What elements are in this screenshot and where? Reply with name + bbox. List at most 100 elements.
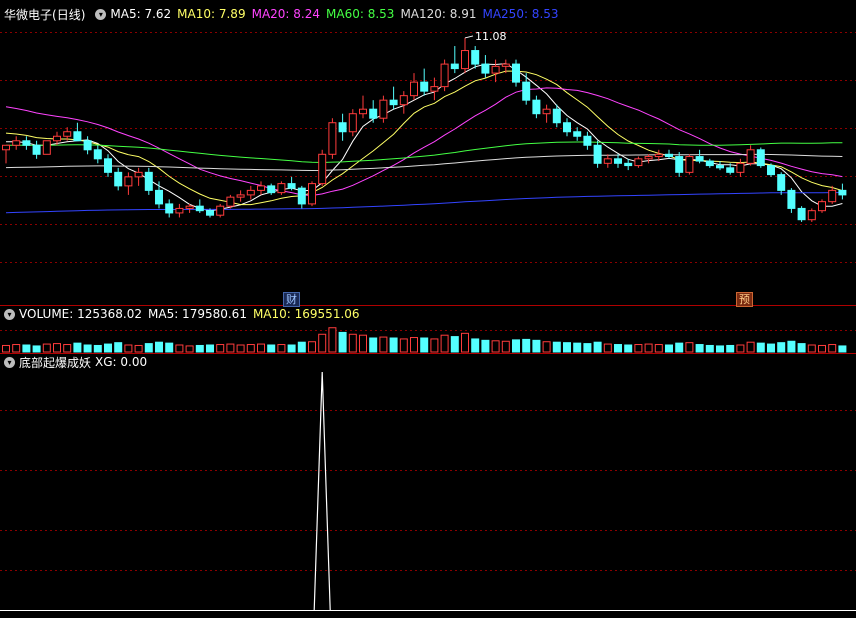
candle-down [114, 171, 123, 187]
volume-bar-down [155, 341, 163, 353]
volume-bar-down [114, 342, 123, 353]
volume-bar-down [675, 342, 684, 353]
candle-down [471, 50, 480, 65]
volume-bar-up [461, 332, 469, 353]
candle-up [42, 140, 51, 155]
max-price-label: 11.08 [475, 30, 507, 43]
volume-bar-up [175, 344, 184, 353]
candle-down [756, 149, 765, 167]
volume-bar-up [318, 333, 327, 353]
candle-down [389, 99, 398, 106]
volume-bar-up [736, 344, 745, 353]
candle-up [12, 140, 21, 146]
volume-bar-down [756, 342, 765, 353]
candle-up [2, 144, 10, 151]
ma120-readout: MA120: 8.91 [400, 7, 477, 21]
ma250-line [5, 192, 843, 214]
candle-down [32, 144, 41, 155]
volume-bar-up [328, 327, 337, 353]
candle-down [777, 174, 786, 191]
candle-down [552, 108, 561, 124]
candle-down [450, 63, 459, 70]
volume-bar-up [42, 343, 51, 353]
volume-bar-up [746, 341, 755, 353]
volume-bar-down [481, 339, 490, 353]
candle-down [767, 165, 775, 176]
xg-readout: XG: 0.00 [95, 355, 148, 369]
volume-bar-down [93, 344, 102, 353]
volume-bar-up [246, 344, 255, 353]
candle-up [318, 153, 327, 185]
candle-up [359, 108, 367, 115]
candle-up [399, 95, 408, 106]
volume-bar-down [104, 343, 112, 353]
candle-down [155, 189, 163, 205]
volume-bar-up [12, 344, 21, 353]
candle-up [328, 122, 337, 155]
candle-down [420, 81, 429, 92]
volume-bar-down [767, 343, 775, 353]
candle-down [583, 135, 592, 146]
volume-bar-down [83, 344, 92, 353]
forecast-tag[interactable]: 预 [736, 292, 753, 307]
main-panel-header: 华微电子 (日线) ▾ MA5: 7.62 MA10: 7.89 MA20: 8… [0, 6, 565, 22]
volume-bar-down [22, 344, 31, 353]
candle-down [73, 131, 82, 142]
volume-bar-down [532, 339, 541, 353]
chevron-down-icon[interactable]: ▾ [95, 8, 107, 20]
volume-bar-down [614, 344, 622, 353]
volume-bar-down [563, 342, 571, 353]
volume-bar-down [369, 337, 378, 353]
volume-bar-down [165, 342, 174, 353]
volume-bar-up [2, 344, 10, 353]
financial-report-tag[interactable]: 财 [283, 292, 300, 307]
candle-up [308, 183, 316, 205]
candle-up [216, 205, 225, 216]
candle-down [338, 122, 347, 133]
candle-up [828, 189, 837, 203]
candle-down [573, 131, 582, 137]
volume-bar-up [828, 344, 837, 353]
volume-bar-up [410, 337, 418, 353]
candle-down [675, 156, 684, 173]
candle-up [430, 86, 439, 92]
chevron-down-icon[interactable]: ▾ [4, 308, 15, 320]
indicator-name: 底部起爆成妖 [19, 355, 92, 370]
candle-down [726, 167, 735, 173]
ma5-readout: MA5: 7.62 [110, 7, 172, 21]
candle-up [634, 158, 643, 167]
candle-down [104, 158, 112, 173]
candle-down [665, 153, 673, 158]
candle-up [818, 201, 826, 212]
volume-bar-up [134, 344, 143, 353]
volume-bar-down [287, 344, 296, 353]
candle-down [563, 122, 571, 133]
candle-down [481, 63, 490, 74]
candle-up [226, 196, 235, 207]
volume-bar-up [63, 344, 72, 353]
candle-down [705, 160, 714, 167]
volume-bar-up [603, 343, 612, 353]
candle-up [410, 81, 418, 97]
volume-bar-down [552, 341, 561, 353]
candle-down [624, 162, 633, 167]
volume-bar-down [716, 345, 724, 353]
candle-up [501, 63, 510, 67]
ma250-readout: MA250: 8.53 [482, 7, 559, 21]
ma10-readout: MA10: 7.89 [177, 7, 246, 21]
candle-down [206, 210, 214, 216]
volume-bar-down [797, 343, 806, 353]
ma60-line [5, 141, 843, 164]
volume-bar-up [491, 340, 500, 353]
chevron-down-icon[interactable]: ▾ [4, 356, 15, 368]
volume-bar-up [226, 343, 235, 353]
volume-bar-up [236, 344, 245, 353]
volume-bar-up [634, 344, 643, 353]
candle-down [797, 207, 806, 221]
candle-down [83, 140, 92, 151]
candle-down [369, 108, 378, 119]
candle-up [440, 63, 449, 88]
volume-bar-down [726, 344, 735, 353]
volume-bar-down [777, 342, 786, 353]
candle-up [175, 207, 184, 214]
